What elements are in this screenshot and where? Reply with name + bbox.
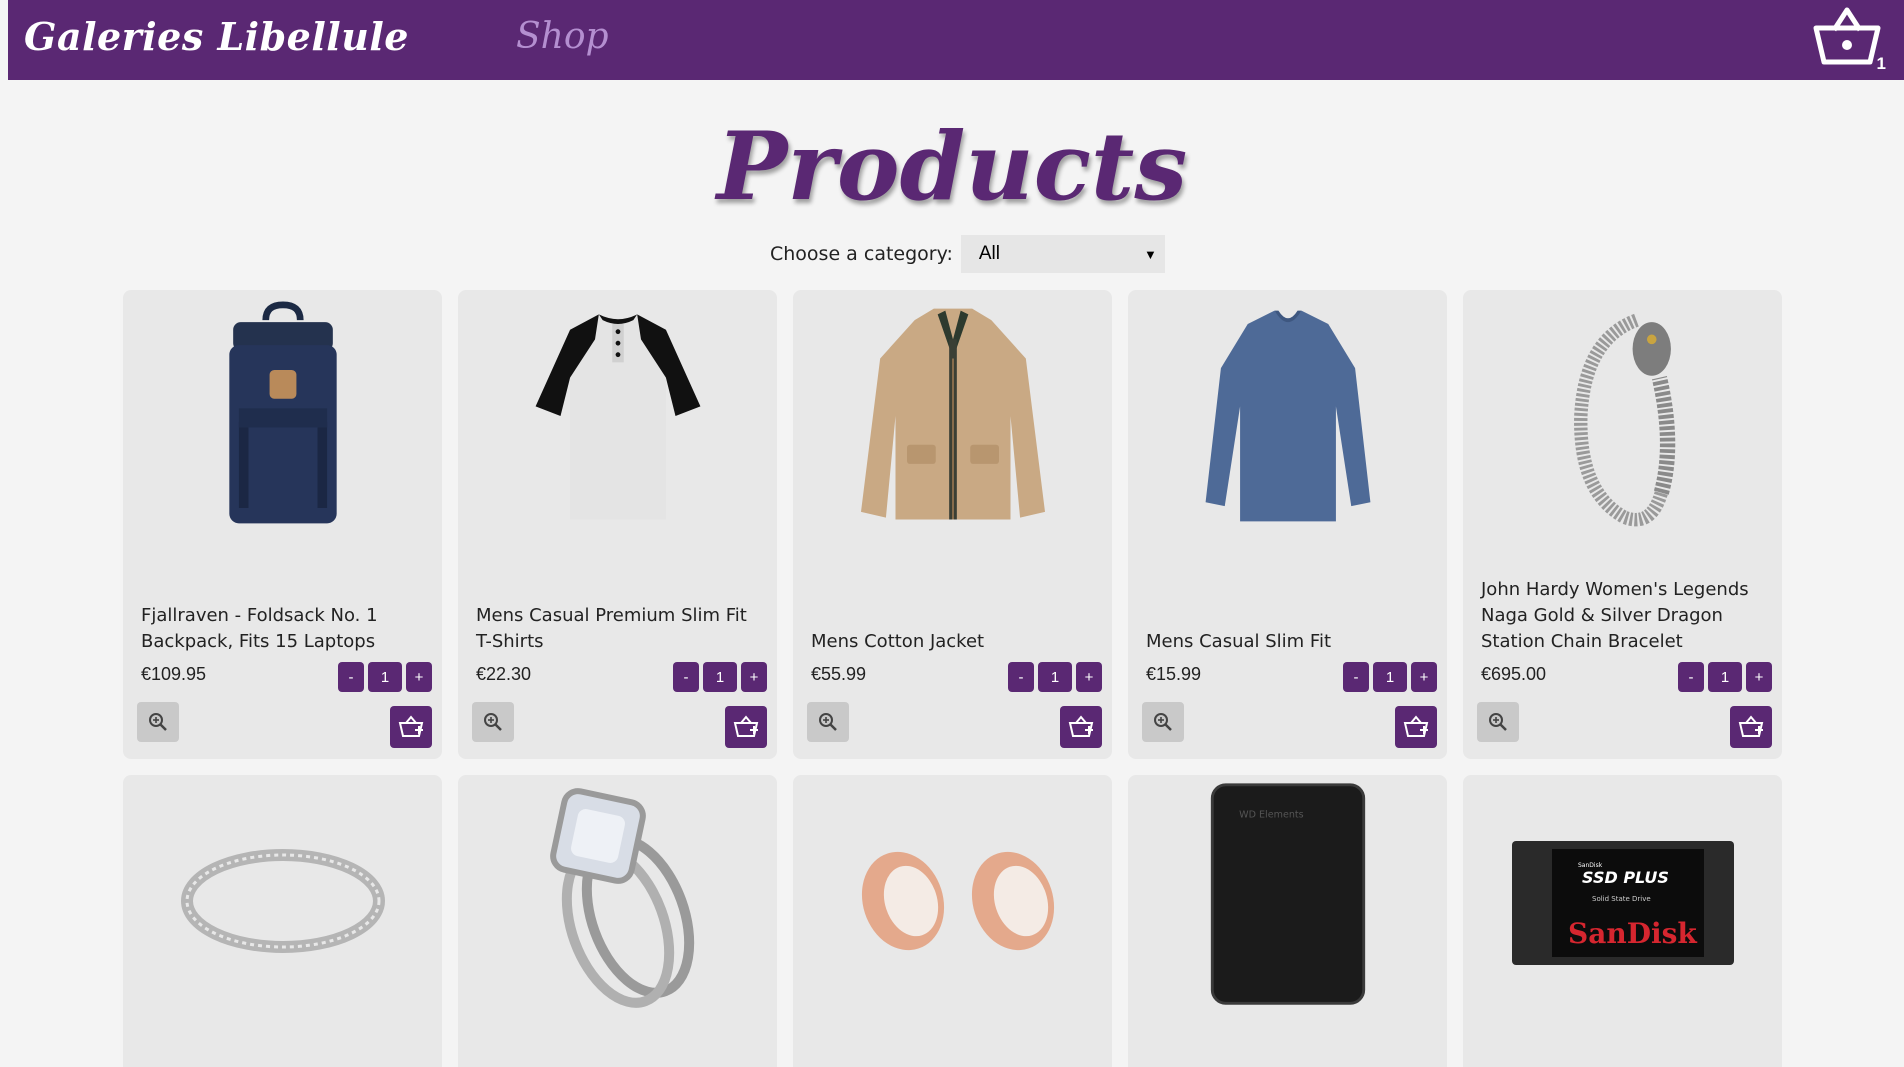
add-to-cart-icon <box>733 715 759 737</box>
qty-plus-button[interactable]: + <box>406 662 432 692</box>
ssd-type-text: Solid State Drive <box>1592 895 1651 903</box>
brand-logo[interactable]: Galeries Libellule <box>24 14 409 59</box>
product-card: Mens Cotton Jacket €55.99 - 1 + <box>793 290 1112 759</box>
add-to-cart-icon <box>1068 715 1094 737</box>
product-image-long-sleeve-shirt[interactable] <box>1138 296 1437 536</box>
product-price: €15.99 <box>1146 664 1202 684</box>
category-selected-value: All <box>978 243 1000 264</box>
zoom-button[interactable] <box>807 702 849 742</box>
product-image-external-hard-drive[interactable]: WD Elements <box>1138 781 1437 1021</box>
product-image-bracelet[interactable] <box>1473 296 1772 536</box>
product-name[interactable]: Mens Casual Premium Slim Fit T-Shirts <box>476 603 757 655</box>
zoom-in-icon <box>1489 713 1507 731</box>
qty-plus-button[interactable]: + <box>1746 662 1772 692</box>
product-name[interactable]: Fjallraven - Foldsack No. 1 Backpack, Fi… <box>141 603 422 655</box>
ssd-model-text: SSD PLUS <box>1582 868 1669 887</box>
quantity-stepper: - 1 + <box>338 662 432 692</box>
qty-plus-button[interactable]: + <box>1076 662 1102 692</box>
page-title: Products <box>716 112 1188 222</box>
qty-value[interactable]: 1 <box>1038 662 1072 692</box>
product-image-raglan-shirt[interactable] <box>468 296 767 536</box>
product-card <box>458 775 777 1067</box>
quantity-stepper: - 1 + <box>1343 662 1437 692</box>
qty-minus-button[interactable]: - <box>338 662 364 692</box>
quantity-stepper: - 1 + <box>673 662 767 692</box>
product-card: Mens Casual Premium Slim Fit T-Shirts €2… <box>458 290 777 759</box>
add-to-cart-button[interactable] <box>1395 706 1437 748</box>
nav-shop-link[interactable]: Shop <box>516 16 609 57</box>
product-card <box>123 775 442 1067</box>
product-price: €109.95 <box>141 664 207 684</box>
qty-value[interactable]: 1 <box>1373 662 1407 692</box>
cart-count-badge: 1 <box>1876 54 1886 73</box>
chevron-down-icon: ▼ <box>1143 246 1157 262</box>
qty-value[interactable]: 1 <box>368 662 402 692</box>
add-to-cart-button[interactable] <box>1060 706 1102 748</box>
product-image-jacket[interactable] <box>803 296 1102 536</box>
quantity-stepper: - 1 + <box>1678 662 1772 692</box>
qty-plus-button[interactable]: + <box>1411 662 1437 692</box>
qty-minus-button[interactable]: - <box>1008 662 1034 692</box>
qty-minus-button[interactable]: - <box>673 662 699 692</box>
top-navbar: Galeries Libellule Shop 1 <box>8 0 1904 80</box>
product-card: SanDisk SSD PLUS Solid State Drive SanDi… <box>1463 775 1782 1067</box>
add-to-cart-icon <box>1738 715 1764 737</box>
qty-minus-button[interactable]: - <box>1678 662 1704 692</box>
ssd-brand-logo: SanDisk <box>1568 917 1697 950</box>
zoom-button[interactable] <box>1142 702 1184 742</box>
category-select[interactable]: All ▼ <box>960 235 1165 273</box>
zoom-in-icon <box>1154 713 1172 731</box>
product-name[interactable]: Mens Casual Slim Fit <box>1146 629 1427 655</box>
add-to-cart-icon <box>398 715 424 737</box>
add-to-cart-button[interactable] <box>1730 706 1772 748</box>
zoom-button[interactable] <box>137 702 179 742</box>
basket-icon <box>1813 7 1881 65</box>
zoom-in-icon <box>484 713 502 731</box>
qty-value[interactable]: 1 <box>703 662 737 692</box>
qty-value[interactable]: 1 <box>1708 662 1742 692</box>
product-name[interactable]: Mens Cotton Jacket <box>811 629 1092 655</box>
add-to-cart-icon <box>1403 715 1429 737</box>
qty-plus-button[interactable]: + <box>741 662 767 692</box>
product-card: WD Elements <box>1128 775 1447 1067</box>
category-label: Choose a category: <box>770 243 953 265</box>
product-image-backpack[interactable] <box>133 296 432 536</box>
product-price: €55.99 <box>811 664 867 684</box>
zoom-button[interactable] <box>472 702 514 742</box>
product-price: €695.00 <box>1481 664 1547 684</box>
zoom-button[interactable] <box>1477 702 1519 742</box>
drive-label-text: WD Elements <box>1239 809 1304 820</box>
product-card: Fjallraven - Foldsack No. 1 Backpack, Fi… <box>123 290 442 759</box>
product-image-diamond-ring[interactable] <box>468 781 767 1021</box>
category-filter: Choose a category: All ▼ <box>770 235 1165 273</box>
product-name[interactable]: John Hardy Women's Legends Naga Gold & S… <box>1481 577 1762 655</box>
product-image-ssd[interactable]: SanDisk SSD PLUS Solid State Drive SanDi… <box>1473 781 1772 1021</box>
add-to-cart-button[interactable] <box>725 706 767 748</box>
product-card <box>793 775 1112 1067</box>
zoom-in-icon <box>149 713 167 731</box>
cart-button[interactable]: 1 <box>1812 4 1886 74</box>
product-card: Mens Casual Slim Fit €15.99 - 1 + <box>1128 290 1447 759</box>
product-image-silver-ring[interactable] <box>133 781 432 1021</box>
product-price: €22.30 <box>476 664 532 684</box>
quantity-stepper: - 1 + <box>1008 662 1102 692</box>
product-card: John Hardy Women's Legends Naga Gold & S… <box>1463 290 1782 759</box>
product-grid: Fjallraven - Foldsack No. 1 Backpack, Fi… <box>123 290 1782 1067</box>
product-image-rose-gold-plugs[interactable] <box>803 781 1102 1021</box>
add-to-cart-button[interactable] <box>390 706 432 748</box>
qty-minus-button[interactable]: - <box>1343 662 1369 692</box>
zoom-in-icon <box>819 713 837 731</box>
